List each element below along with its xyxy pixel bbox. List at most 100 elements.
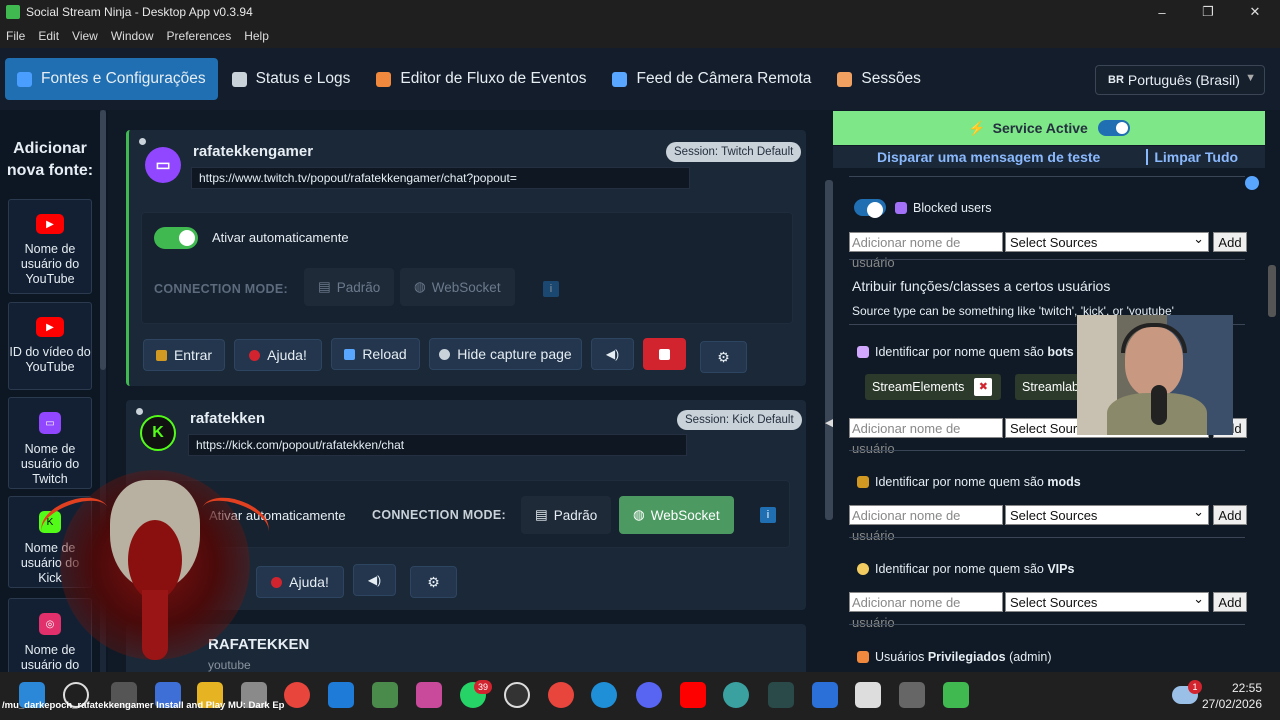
remove-icon[interactable]: ✖	[974, 378, 993, 396]
tab-label: Sessões	[861, 70, 921, 87]
edge-icon[interactable]	[591, 682, 617, 708]
mods-add-button[interactable]: Add	[1213, 505, 1247, 525]
mode-label: WebSocket	[431, 279, 501, 295]
main-scrollbar[interactable]	[825, 180, 833, 520]
mute-button[interactable]: ◀)	[353, 564, 396, 596]
status-dot	[136, 408, 143, 415]
service-toggle[interactable]	[1097, 120, 1130, 136]
session-badge: Session: Twitch Default	[666, 142, 802, 162]
enter-button[interactable]: Entrar	[143, 339, 225, 371]
menu-help[interactable]: Help	[244, 29, 269, 43]
blocked-source-select[interactable]: Select Sources	[1005, 229, 1209, 252]
divider	[849, 537, 1245, 538]
game-icon[interactable]	[899, 682, 925, 708]
mode-websocket-button[interactable]: ◍ WebSocket	[400, 268, 515, 306]
label-text: Identificar por nome quem são	[875, 345, 1044, 359]
mods-source-select[interactable]: Select Sources	[1005, 502, 1209, 525]
mods-label: Identificar por nome quem são mods	[857, 475, 1081, 489]
vips-source-select[interactable]: Select Sources	[1005, 589, 1209, 612]
discord-icon[interactable]	[636, 682, 662, 708]
minimize-button[interactable]: –	[1139, 0, 1185, 24]
calculator-icon[interactable]	[372, 682, 398, 708]
menu-window[interactable]: Window	[111, 29, 154, 43]
hide-capture-button[interactable]: Hide capture page	[429, 338, 582, 370]
blocked-username-input[interactable]: Adicionar nome de usuário	[849, 232, 1003, 270]
add-youtube-username[interactable]: ▶ Nome de usuário do YouTube	[8, 199, 92, 294]
connection-mode-label: CONNECTION MODE:	[154, 282, 288, 296]
close-button[interactable]: ✕	[1232, 0, 1278, 24]
clear-all-button[interactable]: Limpar Tudo	[1146, 149, 1238, 165]
obs-icon[interactable]	[504, 682, 530, 708]
menu-edit[interactable]: Edit	[38, 29, 59, 43]
window-titlebar: Social Stream Ninja - Desktop App v0.3.9…	[0, 0, 1280, 24]
stop-button[interactable]	[643, 338, 686, 370]
blocked-users-toggle[interactable]	[854, 199, 886, 218]
label-bold: Privilegiados	[927, 650, 1006, 664]
document-icon: ▤	[535, 507, 548, 522]
flow-icon	[376, 71, 392, 87]
blocked-add-button[interactable]: Add	[1213, 232, 1247, 252]
tab-sessions[interactable]: Sessões	[825, 58, 932, 100]
camera-icon	[612, 71, 628, 87]
game-icon[interactable]	[723, 682, 749, 708]
chrome-icon[interactable]	[284, 682, 310, 708]
send-test-message-button[interactable]: Disparar uma mensagem de teste	[877, 149, 1100, 165]
clock[interactable]: 22:55 27/02/2026	[1202, 680, 1262, 712]
youtube-icon: ▶	[36, 317, 64, 337]
app-icon[interactable]	[768, 682, 794, 708]
outlook-icon[interactable]	[328, 682, 354, 708]
mode-default-button[interactable]: ▤ Padrão	[304, 268, 395, 306]
menu-preferences[interactable]: Preferences	[167, 29, 232, 43]
settings-button[interactable]: ⚙	[700, 341, 747, 373]
auto-activate-toggle[interactable]	[154, 227, 198, 249]
info-button[interactable]: i	[760, 507, 776, 523]
chevron-down-icon: ▼	[1245, 72, 1256, 84]
tab-remote-camera[interactable]: Feed de Câmera Remota	[600, 58, 823, 100]
button-label: Ajuda!	[289, 574, 329, 590]
mute-button[interactable]: ◀)	[591, 338, 634, 370]
app-r-icon[interactable]	[548, 682, 574, 708]
social-stream-icon[interactable]	[943, 682, 969, 708]
tab-sources[interactable]: Fontes e Configurações	[5, 58, 218, 100]
divider	[849, 450, 1245, 451]
app-icon[interactable]	[855, 682, 881, 708]
label-text: Blocked users	[913, 201, 992, 215]
language-select[interactable]: BR Português (Brasil) ▼	[1095, 65, 1265, 95]
info-button[interactable]: i	[543, 281, 559, 297]
bolt-icon: ⚡	[968, 119, 986, 136]
globe-icon: ◍	[633, 507, 645, 522]
label-text: Identificar por nome quem são	[875, 562, 1044, 576]
roblox-icon[interactable]	[812, 682, 838, 708]
key-icon	[155, 349, 167, 361]
divider	[849, 259, 1245, 260]
chip-label: Streamlabs	[1022, 380, 1086, 394]
tab-status-logs[interactable]: Status e Logs	[220, 58, 363, 100]
vips-username-input[interactable]: Adicionar nome de usuário	[849, 592, 1003, 630]
menu-view[interactable]: View	[72, 29, 98, 43]
menu-file[interactable]: File	[6, 29, 25, 43]
tab-label: Feed de Câmera Remota	[636, 70, 812, 87]
mode-label: Padrão	[553, 507, 598, 523]
bots-username-input[interactable]: Adicionar nome de usuário	[849, 418, 1003, 456]
divider	[849, 176, 1245, 177]
blocked-users-label: Blocked users	[895, 201, 992, 215]
right-scrollbar[interactable]	[1268, 265, 1276, 317]
mode-default-button[interactable]: ▤ Padrão	[521, 496, 612, 534]
source-url-input[interactable]: https://www.twitch.tv/popout/rafatekkeng…	[191, 167, 690, 189]
maximize-button[interactable]: ❐	[1185, 0, 1231, 24]
settings-button[interactable]: ⚙	[410, 566, 457, 598]
eye-icon	[439, 348, 451, 360]
mode-websocket-button[interactable]: ◍ WebSocket	[619, 496, 734, 534]
notification-badge: 1	[1188, 680, 1202, 694]
mods-username-input[interactable]: Adicionar nome de usuário	[849, 505, 1003, 543]
add-youtube-video-id[interactable]: ▶ ID do vídeo do YouTube	[8, 302, 92, 390]
search-icon[interactable]	[1245, 176, 1259, 190]
label-bold: mods	[1047, 475, 1081, 489]
vips-add-button[interactable]: Add	[1213, 592, 1247, 612]
service-label: Service Active	[992, 120, 1088, 136]
tab-flow-editor[interactable]: Editor de Fluxo de Eventos	[364, 58, 598, 100]
help-button[interactable]: Ajuda!	[234, 339, 322, 371]
snip-icon[interactable]	[416, 682, 442, 708]
youtube-icon[interactable]	[680, 682, 706, 708]
reload-button[interactable]: Reload	[331, 338, 420, 370]
